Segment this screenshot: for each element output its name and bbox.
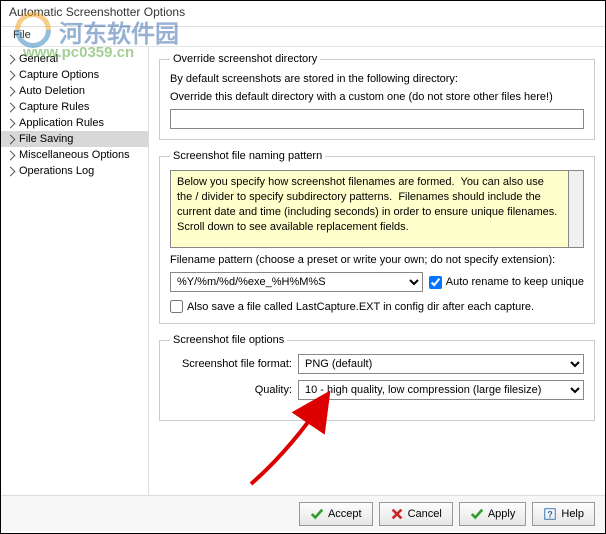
settings-panel: Override screenshot directory By default…	[149, 47, 605, 495]
auto-rename-input[interactable]	[429, 276, 442, 289]
category-tree: General Capture Options Auto Deletion Ca…	[1, 47, 149, 495]
x-icon	[390, 507, 404, 521]
auto-rename-checkbox[interactable]: Auto rename to keep unique	[429, 276, 584, 289]
also-save-input[interactable]	[170, 300, 183, 313]
group-override-directory: Override screenshot directory By default…	[159, 53, 595, 140]
group-naming-pattern: Screenshot file naming pattern Below you…	[159, 150, 595, 324]
filename-pattern-select[interactable]: %Y/%m/%d/%exe_%H%M%S	[170, 272, 423, 292]
svg-text:?: ?	[548, 509, 553, 519]
quality-label: Quality:	[170, 384, 298, 396]
group-override-legend: Override screenshot directory	[170, 53, 320, 65]
sidebar-item-misc-options[interactable]: Miscellaneous Options	[1, 147, 148, 163]
cancel-label: Cancel	[408, 508, 442, 520]
sidebar-item-auto-deletion[interactable]: Auto Deletion	[1, 83, 148, 99]
help-button[interactable]: ? Help	[532, 502, 595, 526]
scrollbar[interactable]	[569, 170, 584, 248]
cancel-button[interactable]: Cancel	[379, 502, 453, 526]
pattern-label: Filename pattern (choose a preset or wri…	[170, 254, 584, 266]
check-icon	[310, 507, 324, 521]
help-label: Help	[561, 508, 584, 520]
menu-file[interactable]: File	[9, 29, 35, 41]
apply-label: Apply	[488, 508, 516, 520]
format-label: Screenshot file format:	[170, 358, 298, 370]
menubar: File	[1, 27, 605, 47]
window-title: Automatic Screenshotter Options	[1, 1, 605, 27]
file-format-select[interactable]: PNG (default)	[298, 354, 584, 374]
override-desc: By default screenshots are stored in the…	[170, 73, 584, 85]
sidebar-item-operations-log[interactable]: Operations Log	[1, 163, 148, 179]
sidebar-item-file-saving[interactable]: File Saving	[1, 131, 148, 147]
sidebar-item-capture-rules[interactable]: Capture Rules	[1, 99, 148, 115]
sidebar-item-capture-options[interactable]: Capture Options	[1, 67, 148, 83]
override-directory-input[interactable]	[170, 109, 584, 129]
quality-select[interactable]: 10 - high quality, low compression (larg…	[298, 380, 584, 400]
auto-rename-label: Auto rename to keep unique	[446, 276, 584, 288]
check-icon	[470, 507, 484, 521]
group-file-options-legend: Screenshot file options	[170, 334, 287, 346]
sidebar-item-application-rules[interactable]: Application Rules	[1, 115, 148, 131]
override-instr: Override this default directory with a c…	[170, 91, 584, 103]
also-save-checkbox[interactable]: Also save a file called LastCapture.EXT …	[170, 300, 584, 313]
help-icon: ?	[543, 507, 557, 521]
group-file-options: Screenshot file options Screenshot file …	[159, 334, 595, 421]
also-save-label: Also save a file called LastCapture.EXT …	[187, 301, 534, 313]
naming-help-text[interactable]: Below you specify how screenshot filenam…	[170, 170, 569, 248]
button-bar: Accept Cancel Apply ? Help	[1, 495, 605, 531]
apply-button[interactable]: Apply	[459, 502, 527, 526]
accept-button[interactable]: Accept	[299, 502, 373, 526]
accept-label: Accept	[328, 508, 362, 520]
group-naming-legend: Screenshot file naming pattern	[170, 150, 325, 162]
sidebar-item-general[interactable]: General	[1, 51, 148, 67]
